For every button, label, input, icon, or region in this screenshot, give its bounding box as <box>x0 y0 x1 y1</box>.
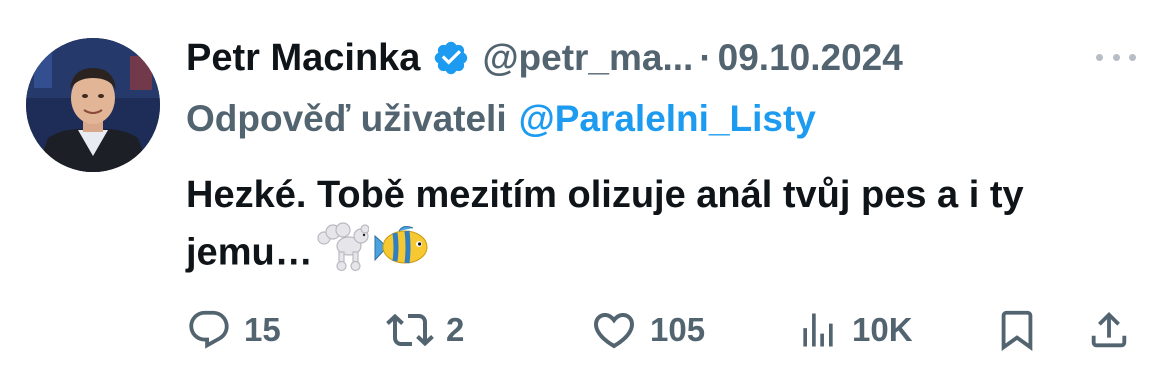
reply-context: Odpověď uživateli @Paralelni_Listy <box>186 92 816 146</box>
author-name[interactable]: Petr Macinka <box>186 37 420 80</box>
tweet-body: Hezké. Tobě mezitím olizuje anál tvůj pe… <box>186 174 1024 274</box>
verified-badge-icon <box>432 39 470 77</box>
more-icon[interactable] <box>1096 42 1136 72</box>
retweet-button[interactable]: 2 <box>386 300 464 360</box>
tropical-fish-emoji-icon <box>373 222 431 287</box>
reply-count: 15 <box>244 311 281 348</box>
tweet-actions: 15 2 105 10K <box>186 300 1136 360</box>
author-handle[interactable]: @petr_ma... <box>482 37 693 79</box>
share-button[interactable] <box>1086 300 1132 360</box>
tweet-header: Petr Macinka @petr_ma... · 09.10.2024 <box>186 30 903 86</box>
reply-mention-link[interactable]: @Paralelni_Listy <box>519 98 816 140</box>
tweet-text: Hezké. Tobě mezitím olizuje anál tvůj pe… <box>186 168 1146 287</box>
tweet-date[interactable]: 09.10.2024 <box>718 37 903 79</box>
avatar[interactable] <box>26 38 160 172</box>
reply-icon <box>186 307 232 353</box>
share-icon <box>1086 307 1132 353</box>
views-icon <box>796 308 840 352</box>
reply-prefix: Odpověď uživateli <box>186 98 507 139</box>
retweet-count: 2 <box>446 311 465 348</box>
reply-button[interactable]: 15 <box>186 300 281 360</box>
views-button[interactable]: 10K <box>796 300 913 360</box>
bookmark-icon <box>994 307 1040 353</box>
like-count: 105 <box>650 311 706 348</box>
like-icon <box>590 306 638 354</box>
like-button[interactable]: 105 <box>590 300 705 360</box>
separator-dot: · <box>699 37 712 78</box>
bookmark-button[interactable] <box>994 300 1040 360</box>
avatar-image <box>26 38 160 172</box>
retweet-icon <box>386 306 434 354</box>
poodle-emoji-icon <box>317 222 370 287</box>
views-count: 10K <box>852 311 913 348</box>
